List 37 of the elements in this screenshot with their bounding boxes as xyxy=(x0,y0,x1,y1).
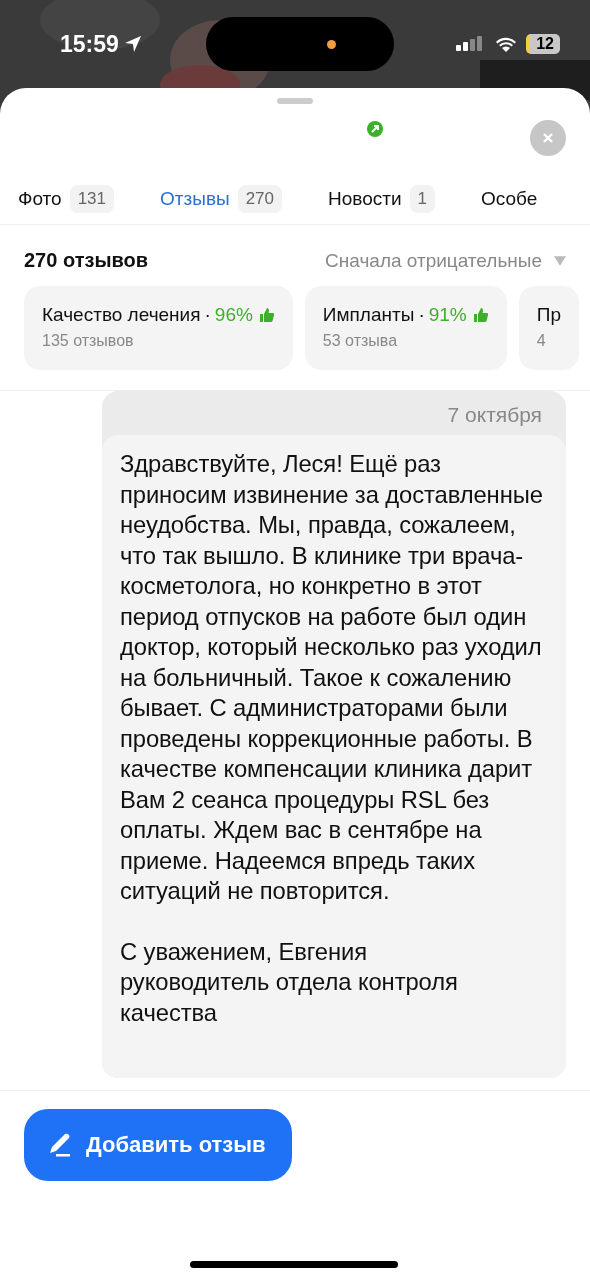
aspect-card[interactable]: Качество лечения · 96% 135 отзывов xyxy=(24,286,293,370)
arrow-badge-icon xyxy=(367,121,383,137)
aspect-review-count: 53 отзыва xyxy=(322,332,399,350)
aspect-name: Пр xyxy=(536,304,561,326)
separator-dot: · xyxy=(418,304,425,326)
aspect-card[interactable]: Пр 4 xyxy=(518,286,579,370)
thumbs-up-icon xyxy=(258,307,275,323)
aspect-name: Импланты xyxy=(322,304,415,326)
aspect-percent: 91% xyxy=(428,304,467,326)
aspect-card[interactable]: Импланты · 91% 53 отзыва xyxy=(304,286,507,370)
tab[interactable]: Особе xyxy=(481,176,538,224)
close-button[interactable] xyxy=(530,120,566,156)
reply-signature: С уважением, Евгения руководитель отдела контроля качества xyxy=(120,936,459,1028)
reply-text: Здравствуйте, Леся! Ещё раз приносим извинение за доставленные неудобства. Мы, правда, сожалеем, что так вышло. В клинике три врача-косметолога, но конкретно в этот период отпусков на работе был один доктор, который несколько раз уходил на больничный. Такое к сожалению бывает. С администраторами были проведены коррекционные работы. В качестве компенсации клиника дарит Вам 2 сеанса процедуры RSL без оплаты. Ждем вас в сентябре на приеме. Надеемся впредь таких ситуаций не повторится. xyxy=(120,449,544,906)
caret-icon xyxy=(554,255,566,266)
tab-count: 270 xyxy=(237,185,282,213)
reviews-count-title: 270 отзывов xyxy=(24,249,148,272)
add-review-button[interactable]: Добавить отзыв xyxy=(24,1109,292,1181)
thumbs-up-icon xyxy=(472,307,489,323)
status-time: 15:59 xyxy=(60,30,119,58)
tab[interactable]: Новости 1 xyxy=(328,176,436,224)
tab-count: 1 xyxy=(409,185,436,213)
close-icon xyxy=(542,132,554,144)
reply-date: 7 октября xyxy=(447,403,542,427)
aspect-name: Качество лечения xyxy=(42,304,201,326)
separator-dot: · xyxy=(204,304,211,326)
tab[interactable]: Отзывы 270 xyxy=(160,176,282,224)
aspect-review-count: 135 отзывов xyxy=(42,332,135,350)
wifi-icon xyxy=(494,35,519,53)
battery-indicator: 12 xyxy=(526,34,560,54)
tab-count: 131 xyxy=(69,185,115,213)
aspect-review-count: 4 xyxy=(536,332,547,350)
tab[interactable]: Фото 131 xyxy=(18,176,115,224)
camera-indicator-dot xyxy=(326,40,336,49)
aspect-percent: 96% xyxy=(214,304,253,326)
sort-dropdown[interactable]: Сначала отрицательные xyxy=(325,249,566,272)
sheet-handle[interactable] xyxy=(277,98,313,104)
